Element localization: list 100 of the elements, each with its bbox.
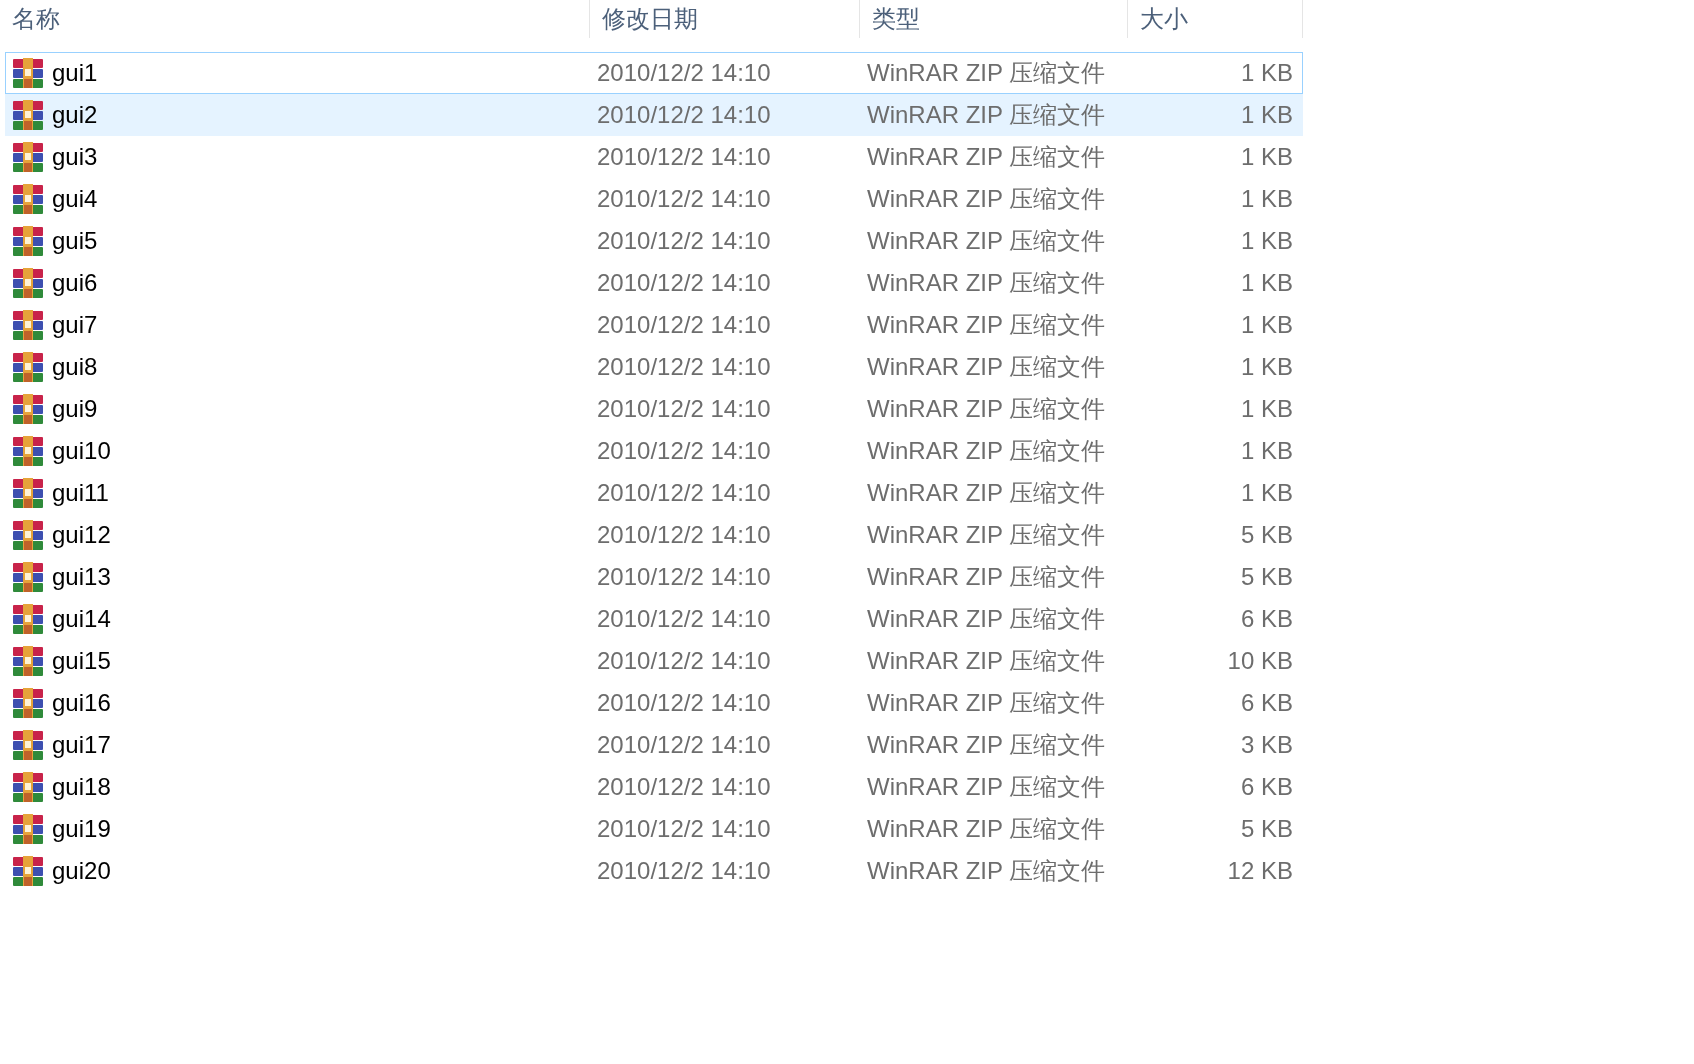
file-size: 5 KB — [1239, 563, 1294, 591]
file-row[interactable]: gui2 2010/12/2 14:10 WinRAR ZIP 压缩文件 1 KB — [5, 94, 1303, 136]
file-type: WinRAR ZIP 压缩文件 — [866, 100, 1106, 130]
archive-icon — [12, 183, 44, 215]
archive-icon — [12, 477, 44, 509]
file-name: gui7 — [52, 311, 98, 339]
file-row[interactable]: gui7 2010/12/2 14:10 WinRAR ZIP 压缩文件 1 KB — [5, 304, 1303, 346]
file-row[interactable]: gui20 2010/12/2 14:10 WinRAR ZIP 压缩文件 12 KB — [5, 850, 1303, 892]
archive-icon — [12, 855, 44, 887]
file-type: WinRAR ZIP 压缩文件 — [866, 646, 1106, 676]
file-size: 1 KB — [1239, 185, 1294, 213]
file-size: 6 KB — [1239, 773, 1294, 801]
file-row[interactable]: gui5 2010/12/2 14:10 WinRAR ZIP 压缩文件 1 KB — [5, 220, 1303, 262]
file-row[interactable]: gui12 2010/12/2 14:10 WinRAR ZIP 压缩文件 5 KB — [5, 514, 1303, 556]
file-row[interactable]: gui3 2010/12/2 14:10 WinRAR ZIP 压缩文件 1 KB — [5, 136, 1303, 178]
archive-icon — [12, 225, 44, 257]
file-name: gui6 — [52, 269, 98, 297]
file-type: WinRAR ZIP 压缩文件 — [866, 310, 1106, 340]
file-name: gui14 — [52, 605, 111, 633]
file-name: gui4 — [52, 185, 98, 213]
file-type: WinRAR ZIP 压缩文件 — [866, 352, 1106, 382]
archive-icon — [12, 687, 44, 719]
file-type: WinRAR ZIP 压缩文件 — [866, 814, 1106, 844]
archive-icon — [12, 519, 44, 551]
column-header[interactable]: 修改日期 — [590, 0, 860, 38]
file-size: 5 KB — [1239, 815, 1294, 843]
file-name: gui3 — [52, 143, 98, 171]
modified-date: 2010/12/2 14:10 — [596, 185, 771, 213]
file-type: WinRAR ZIP 压缩文件 — [866, 688, 1106, 718]
file-size: 6 KB — [1239, 689, 1294, 717]
file-name: gui8 — [52, 353, 98, 381]
file-row[interactable]: gui9 2010/12/2 14:10 WinRAR ZIP 压缩文件 1 KB — [5, 388, 1303, 430]
archive-icon — [12, 729, 44, 761]
file-type: WinRAR ZIP 压缩文件 — [866, 520, 1106, 550]
file-size: 5 KB — [1239, 521, 1294, 549]
archive-icon — [12, 309, 44, 341]
file-name: gui2 — [52, 101, 98, 129]
column-header[interactable]: 名称 — [0, 0, 590, 38]
file-row[interactable]: gui1 2010/12/2 14:10 WinRAR ZIP 压缩文件 1 KB — [5, 52, 1303, 94]
file-type: WinRAR ZIP 压缩文件 — [866, 856, 1106, 886]
file-size: 1 KB — [1239, 227, 1294, 255]
column-header[interactable]: 大小 — [1128, 0, 1303, 38]
archive-icon — [12, 99, 44, 131]
modified-date: 2010/12/2 14:10 — [596, 857, 771, 885]
file-size: 1 KB — [1239, 143, 1294, 171]
file-type: WinRAR ZIP 压缩文件 — [866, 730, 1106, 760]
file-size: 1 KB — [1239, 353, 1294, 381]
archive-icon — [12, 435, 44, 467]
modified-date: 2010/12/2 14:10 — [596, 605, 771, 633]
modified-date: 2010/12/2 14:10 — [596, 521, 771, 549]
file-row[interactable]: gui10 2010/12/2 14:10 WinRAR ZIP 压缩文件 1 KB — [5, 430, 1303, 472]
file-row[interactable]: gui19 2010/12/2 14:10 WinRAR ZIP 压缩文件 5 KB — [5, 808, 1303, 850]
file-row[interactable]: gui18 2010/12/2 14:10 WinRAR ZIP 压缩文件 6 KB — [5, 766, 1303, 808]
modified-date: 2010/12/2 14:10 — [596, 59, 771, 87]
modified-date: 2010/12/2 14:10 — [596, 395, 771, 423]
file-row[interactable]: gui14 2010/12/2 14:10 WinRAR ZIP 压缩文件 6 KB — [5, 598, 1303, 640]
archive-icon — [12, 267, 44, 299]
file-name: gui20 — [52, 857, 111, 885]
file-name: gui18 — [52, 773, 111, 801]
file-row[interactable]: gui13 2010/12/2 14:10 WinRAR ZIP 压缩文件 5 KB — [5, 556, 1303, 598]
modified-date: 2010/12/2 14:10 — [596, 815, 771, 843]
file-row[interactable]: gui11 2010/12/2 14:10 WinRAR ZIP 压缩文件 1 KB — [5, 472, 1303, 514]
file-name: gui10 — [52, 437, 111, 465]
modified-date: 2010/12/2 14:10 — [596, 647, 771, 675]
file-name: gui1 — [52, 59, 98, 87]
file-name: gui17 — [52, 731, 111, 759]
file-type: WinRAR ZIP 压缩文件 — [866, 58, 1106, 88]
archive-icon — [12, 141, 44, 173]
file-type: WinRAR ZIP 压缩文件 — [866, 772, 1106, 802]
archive-icon — [12, 351, 44, 383]
file-type: WinRAR ZIP 压缩文件 — [866, 226, 1106, 256]
file-type: WinRAR ZIP 压缩文件 — [866, 562, 1106, 592]
archive-icon — [12, 393, 44, 425]
modified-date: 2010/12/2 14:10 — [596, 311, 771, 339]
file-name: gui15 — [52, 647, 111, 675]
modified-date: 2010/12/2 14:10 — [596, 689, 771, 717]
file-row[interactable]: gui6 2010/12/2 14:10 WinRAR ZIP 压缩文件 1 KB — [5, 262, 1303, 304]
modified-date: 2010/12/2 14:10 — [596, 269, 771, 297]
archive-icon — [12, 57, 44, 89]
modified-date: 2010/12/2 14:10 — [596, 437, 771, 465]
file-row[interactable]: gui17 2010/12/2 14:10 WinRAR ZIP 压缩文件 3 KB — [5, 724, 1303, 766]
modified-date: 2010/12/2 14:10 — [596, 731, 771, 759]
file-size: 1 KB — [1239, 269, 1294, 297]
file-row[interactable]: gui8 2010/12/2 14:10 WinRAR ZIP 压缩文件 1 KB — [5, 346, 1303, 388]
file-type: WinRAR ZIP 压缩文件 — [866, 394, 1106, 424]
modified-date: 2010/12/2 14:10 — [596, 773, 771, 801]
file-row[interactable]: gui15 2010/12/2 14:10 WinRAR ZIP 压缩文件 10 KB — [5, 640, 1303, 682]
file-size: 1 KB — [1239, 395, 1294, 423]
file-size: 1 KB — [1239, 311, 1294, 339]
file-name: gui16 — [52, 689, 111, 717]
file-row[interactable]: gui4 2010/12/2 14:10 WinRAR ZIP 压缩文件 1 KB — [5, 178, 1303, 220]
file-name: gui12 — [52, 521, 111, 549]
archive-icon — [12, 645, 44, 677]
file-type: WinRAR ZIP 压缩文件 — [866, 184, 1106, 214]
modified-date: 2010/12/2 14:10 — [596, 227, 771, 255]
file-name: gui19 — [52, 815, 111, 843]
column-header[interactable]: 类型 — [860, 0, 1128, 38]
modified-date: 2010/12/2 14:10 — [596, 479, 771, 507]
file-row[interactable]: gui16 2010/12/2 14:10 WinRAR ZIP 压缩文件 6 KB — [5, 682, 1303, 724]
file-name: gui11 — [52, 479, 109, 507]
